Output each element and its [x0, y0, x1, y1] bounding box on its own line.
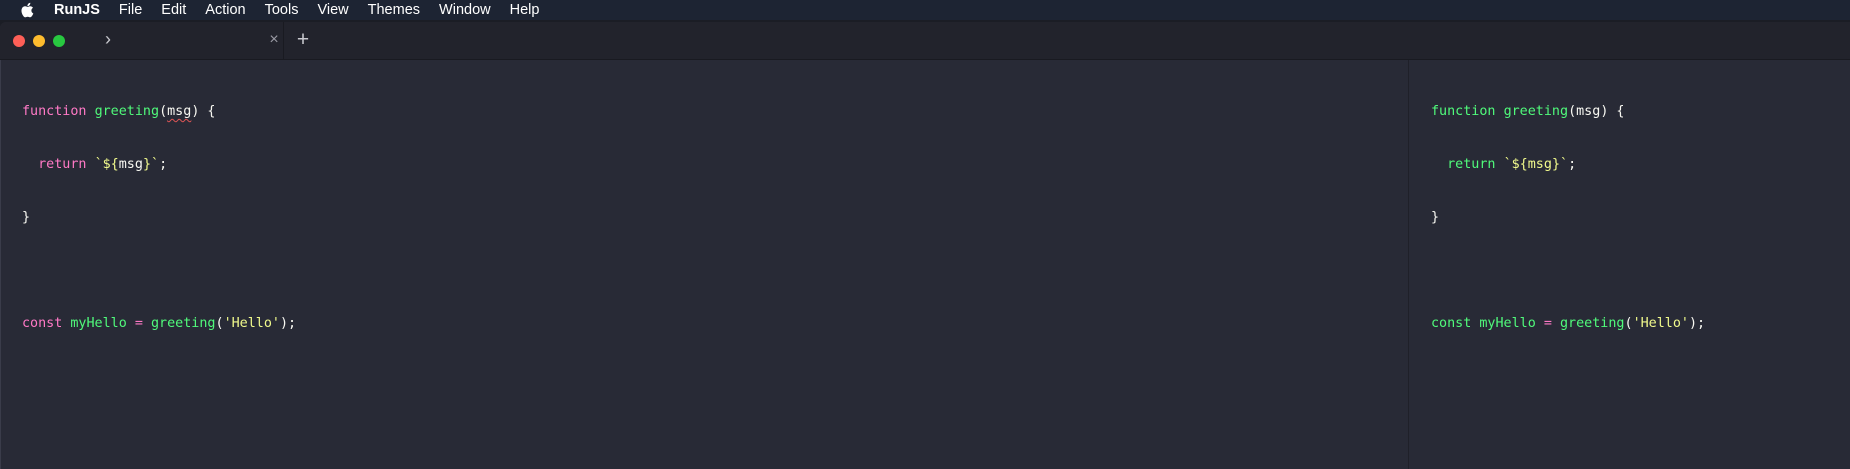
keyword: function — [22, 104, 87, 119]
paren: ( — [1624, 316, 1633, 331]
paren-brace: ) { — [191, 104, 216, 119]
string-literal: 'Hello' — [1632, 316, 1689, 331]
editor-code[interactable]: function greeting(msg) { return `${msg}`… — [22, 70, 296, 365]
paren: ( — [159, 104, 168, 119]
paren-end: ); — [1689, 316, 1706, 331]
apple-icon[interactable] — [20, 2, 34, 18]
menu-help[interactable]: Help — [510, 0, 540, 20]
function-name: greeting — [94, 104, 160, 119]
template-var: msg — [118, 157, 143, 172]
code-line: return `${msg}`; — [22, 153, 296, 176]
function-call: greeting — [1560, 316, 1625, 331]
param-with-lint-warning: msg — [167, 104, 192, 119]
menu-tools[interactable]: Tools — [265, 0, 299, 20]
param: msg — [1576, 104, 1601, 119]
paren-end: ); — [280, 316, 297, 331]
menu-themes[interactable]: Themes — [368, 0, 420, 20]
window-maximize-button[interactable] — [53, 35, 65, 47]
string-literal: 'Hello' — [223, 316, 280, 331]
operator: = — [1543, 316, 1552, 331]
template-start: `${ — [1503, 157, 1528, 172]
paren: ( — [1568, 104, 1577, 119]
window-minimize-button[interactable] — [33, 35, 45, 47]
paren: ( — [215, 316, 224, 331]
title-bar: › × + — [0, 22, 1850, 60]
keyword: return — [1447, 157, 1496, 172]
app-window: › × + function greeting(msg) { return `$… — [0, 22, 1850, 469]
function-name: greeting — [1503, 104, 1569, 119]
menu-app-name[interactable]: RunJS — [54, 0, 100, 20]
template-var: msg — [1527, 157, 1552, 172]
variable-name: myHello — [70, 316, 127, 331]
keyword: const — [1431, 316, 1472, 331]
menu-bar: RunJS File Edit Action Tools View Themes… — [0, 0, 1850, 20]
result-line: return `${msg}`; — [1431, 153, 1705, 176]
plus-icon[interactable]: + — [293, 29, 313, 50]
result-code: function greeting(msg) { return `${msg}`… — [1431, 70, 1705, 365]
close-icon[interactable]: × — [265, 31, 283, 49]
menu-window[interactable]: Window — [439, 0, 491, 20]
editor-tab[interactable]: › × — [93, 22, 284, 59]
paren-brace: ) { — [1600, 104, 1625, 119]
template-end: }` — [1551, 157, 1569, 172]
keyword: return — [38, 157, 87, 172]
semicolon: ; — [1568, 157, 1577, 172]
menu-file[interactable]: File — [119, 0, 142, 20]
result-pane: function greeting(msg) { return `${msg}`… — [1408, 60, 1850, 469]
menu-view[interactable]: View — [317, 0, 348, 20]
menu-edit[interactable]: Edit — [161, 0, 186, 20]
code-editor[interactable]: function greeting(msg) { return `${msg}`… — [0, 60, 1408, 469]
menu-action[interactable]: Action — [205, 0, 245, 20]
keyword: function — [1431, 104, 1496, 119]
code-line: const myHello = greeting('Hello'); — [22, 312, 296, 335]
window-close-button[interactable] — [13, 35, 25, 47]
operator: = — [134, 316, 143, 331]
semicolon: ; — [159, 157, 168, 172]
function-call: greeting — [151, 316, 216, 331]
result-line: function greeting(msg) { — [1431, 100, 1705, 123]
chevron-right-icon: › — [105, 29, 111, 49]
code-line: function greeting(msg) { — [22, 100, 296, 123]
result-line — [1431, 259, 1705, 282]
code-line: } — [22, 210, 31, 225]
variable-name: myHello — [1479, 316, 1536, 331]
result-line: } — [1431, 210, 1440, 225]
template-start: `${ — [94, 157, 119, 172]
template-end: }` — [142, 157, 160, 172]
keyword: const — [22, 316, 63, 331]
result-line: const myHello = greeting('Hello'); — [1431, 312, 1705, 335]
